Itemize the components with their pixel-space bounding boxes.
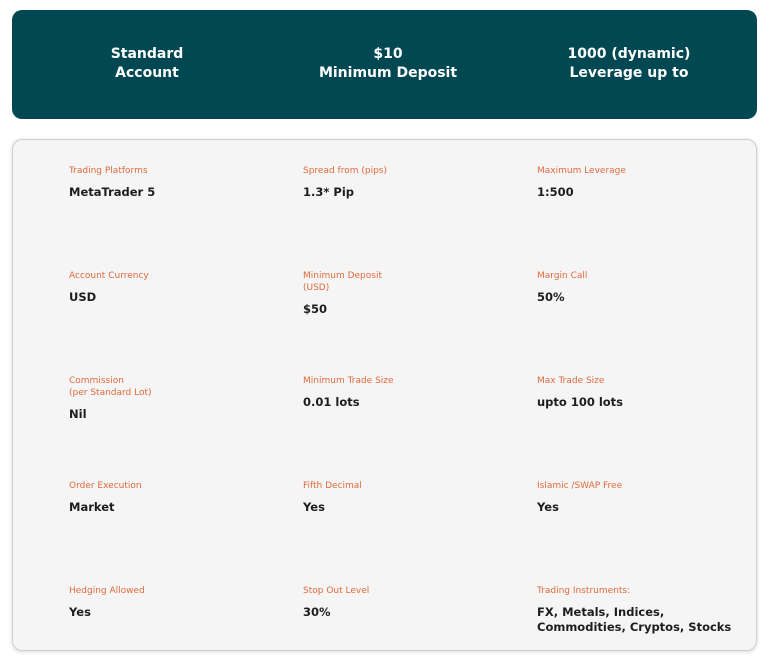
- spec-label: Stop Out Level: [303, 586, 370, 596]
- spec-value: Yes: [69, 605, 91, 619]
- spec-value: Market: [69, 500, 115, 514]
- spec-value: 1:500: [537, 185, 574, 199]
- leverage-caption: Leverage up to: [569, 65, 689, 81]
- spec-value: 50%: [537, 290, 565, 304]
- spec-minimum-deposit: Minimum Deposit (USD) $50: [303, 270, 523, 317]
- spec-hedging-allowed: Hedging Allowed Yes: [69, 585, 289, 620]
- spec-label: Maximum Leverage: [537, 166, 626, 176]
- spec-value: 0.01 lots: [303, 395, 360, 409]
- spec-label: Commission (per Standard Lot): [69, 376, 152, 398]
- spec-value: FX, Metals, Indices, Commodities, Crypto…: [537, 605, 732, 634]
- spec-maximum-leverage: Maximum Leverage 1:500: [537, 165, 757, 200]
- spec-label: Account Currency: [69, 271, 149, 281]
- spec-value: MetaTrader 5: [69, 185, 156, 199]
- spec-value: 30%: [303, 605, 331, 619]
- minimum-deposit-value: $10: [373, 46, 403, 62]
- spec-label: Margin Call: [537, 271, 588, 281]
- spec-minimum-trade-size: Minimum Trade Size 0.01 lots: [303, 375, 523, 410]
- leverage-summary: 1000 (dynamic) Leverage up to: [519, 45, 739, 83]
- spec-label: Minimum Trade Size: [303, 376, 394, 386]
- leverage-value: 1000 (dynamic): [567, 46, 691, 62]
- account-specs-panel: Trading Platforms MetaTrader 5 Spread fr…: [12, 139, 757, 651]
- spec-max-trade-size: Max Trade Size upto 100 lots: [537, 375, 757, 410]
- spec-value: upto 100 lots: [537, 395, 624, 409]
- spec-margin-call: Margin Call 50%: [537, 270, 757, 305]
- account-type-caption: Account: [115, 65, 179, 81]
- minimum-deposit-summary: $10 Minimum Deposit: [278, 45, 498, 83]
- account-summary-banner: Standard Account $10 Minimum Deposit 100…: [12, 10, 757, 119]
- spec-label: Minimum Deposit (USD): [303, 271, 382, 293]
- spec-value: Nil: [69, 407, 87, 421]
- spec-label: Fifth Decimal: [303, 481, 362, 491]
- spec-label: Islamic /SWAP Free: [537, 481, 623, 491]
- spec-value: Yes: [303, 500, 325, 514]
- spec-trading-platforms: Trading Platforms MetaTrader 5: [69, 165, 289, 200]
- minimum-deposit-caption: Minimum Deposit: [318, 65, 458, 81]
- spec-order-execution: Order Execution Market: [69, 480, 289, 515]
- spec-label: Trading Instruments:: [537, 586, 631, 596]
- spec-label: Trading Platforms: [69, 166, 148, 176]
- account-type-value: Standard: [110, 46, 184, 62]
- spec-label: Hedging Allowed: [69, 586, 145, 596]
- spec-commission: Commission (per Standard Lot) Nil: [69, 375, 289, 422]
- spec-value: $50: [303, 302, 328, 316]
- spec-label: Spread from (pips): [303, 166, 387, 176]
- spec-value: 1.3* Pip: [303, 185, 354, 199]
- spec-spread: Spread from (pips) 1.3* Pip: [303, 165, 523, 200]
- spec-trading-instruments: Trading Instruments: FX, Metals, Indices…: [537, 585, 757, 635]
- spec-value: USD: [69, 290, 97, 304]
- spec-label: Max Trade Size: [537, 376, 605, 386]
- spec-fifth-decimal: Fifth Decimal Yes: [303, 480, 523, 515]
- spec-value: Yes: [537, 500, 559, 514]
- spec-account-currency: Account Currency USD: [69, 270, 289, 305]
- account-type-summary: Standard Account: [37, 45, 257, 83]
- spec-islamic-swap-free: Islamic /SWAP Free Yes: [537, 480, 757, 515]
- spec-stop-out-level: Stop Out Level 30%: [303, 585, 523, 620]
- spec-label: Order Execution: [69, 481, 142, 491]
